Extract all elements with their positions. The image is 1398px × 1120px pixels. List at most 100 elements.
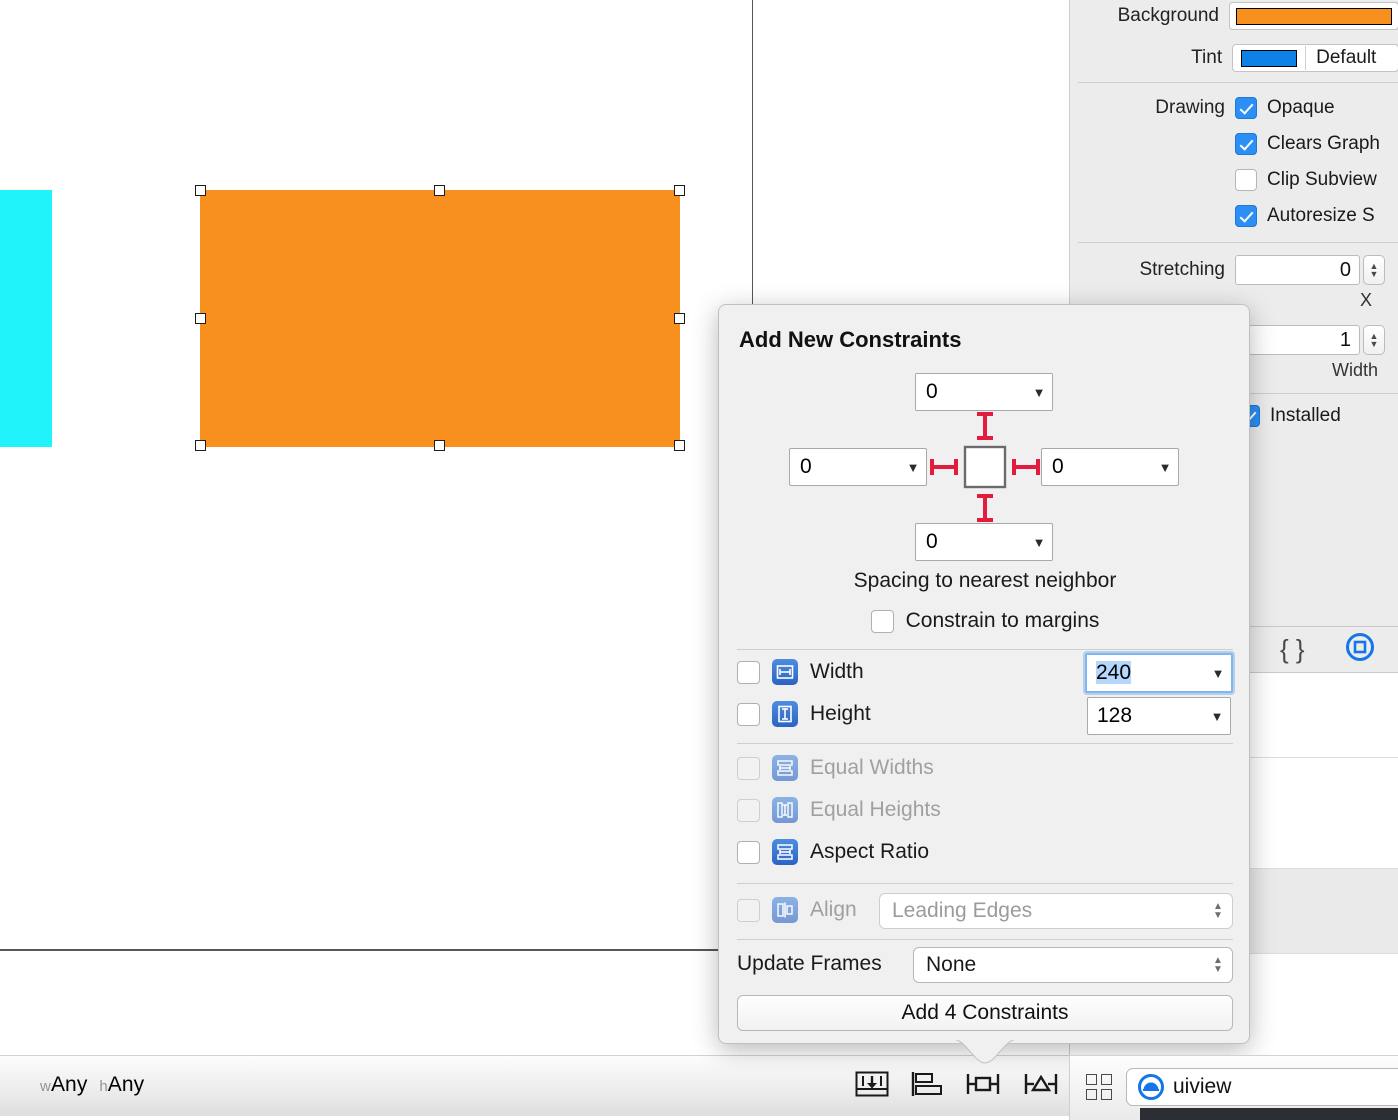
stretching-width-stepper[interactable]: ▲ ▼ xyxy=(1363,325,1385,355)
equal-heights-checkbox[interactable] xyxy=(737,798,760,822)
equal-widths-label: Equal Widths xyxy=(810,756,934,779)
constraint-spacing-widget[interactable] xyxy=(929,411,1041,523)
stretching-x-value: 0 xyxy=(1339,258,1351,281)
popover-divider-1 xyxy=(737,649,1233,650)
selection-handle-top-right[interactable] xyxy=(674,185,685,196)
constrain-to-margins-row: Constrain to margins xyxy=(719,609,1251,633)
clip-subviews-checkbox[interactable] xyxy=(1235,169,1257,191)
chevron-down-icon: ▼ xyxy=(1032,384,1046,400)
selection-handle-bottom-center[interactable] xyxy=(434,440,445,451)
equal-widths-row: Equal Widths xyxy=(737,755,934,781)
selection-handle-top-center[interactable] xyxy=(434,185,445,196)
background-color-swatch xyxy=(1236,7,1392,25)
add-new-constraints-icon[interactable] xyxy=(965,1070,1001,1103)
height-constraint-value-field[interactable]: 128 ▼ xyxy=(1087,697,1231,735)
opaque-label: Opaque xyxy=(1267,97,1335,118)
size-class-h-prefix: h xyxy=(99,1078,108,1095)
equal-widths-checkbox[interactable] xyxy=(737,756,760,780)
spacing-trailing-combo[interactable]: 0 ▼ xyxy=(1041,448,1179,486)
height-constraint-label: Height xyxy=(810,702,871,725)
selection-handle-middle-left[interactable] xyxy=(195,313,206,324)
equal-heights-icon xyxy=(772,797,798,823)
spacing-bottom-combo[interactable]: 0 ▼ xyxy=(915,523,1053,561)
object-library-tab[interactable] xyxy=(1345,632,1375,667)
chevron-down-icon: ▼ xyxy=(1158,459,1172,475)
spacing-top-combo[interactable]: 0 ▼ xyxy=(915,373,1053,411)
code-snippet-library-tab[interactable]: { } xyxy=(1280,634,1305,665)
background-label: Background xyxy=(1117,5,1219,26)
opaque-checkbox[interactable] xyxy=(1235,97,1257,119)
inspector-divider-1 xyxy=(1078,82,1398,83)
stretching-width-sublabel: Width xyxy=(1332,360,1379,380)
width-constraint-icon xyxy=(772,659,798,685)
drawing-row-clears-graphics: Clears Graph xyxy=(1235,133,1380,155)
popover-divider-4 xyxy=(737,939,1233,940)
add-constraints-button[interactable]: Add 4 Constraints xyxy=(737,995,1233,1031)
drawing-row-opaque: Drawing Opaque xyxy=(1070,97,1398,119)
spacing-caption: Spacing to nearest neighbor xyxy=(853,569,1117,592)
background-color-well[interactable] xyxy=(1229,2,1398,30)
height-constraint-icon xyxy=(772,701,798,727)
tint-color-well[interactable]: Default xyxy=(1232,44,1398,72)
uiview-object-icon xyxy=(1137,1073,1165,1101)
clears-graphics-context-label: Clears Graph xyxy=(1267,133,1380,154)
popover-divider-3 xyxy=(737,883,1233,884)
constrain-to-margins-label: Constrain to margins xyxy=(905,609,1100,632)
orange-subview-selected[interactable] xyxy=(200,190,680,447)
update-frames-popup-button[interactable]: None ▲ ▼ xyxy=(913,947,1233,983)
aspect-ratio-checkbox[interactable] xyxy=(737,840,760,864)
equal-heights-label: Equal Heights xyxy=(810,798,941,821)
update-frames-label: Update Frames xyxy=(737,952,882,975)
spacing-leading-value: 0 xyxy=(800,455,812,478)
selection-handle-bottom-right[interactable] xyxy=(674,440,685,451)
installed-row: Installed xyxy=(1238,405,1341,427)
tint-value: Default xyxy=(1316,47,1377,68)
resolve-auto-layout-issues-icon[interactable] xyxy=(1023,1070,1059,1103)
library-grid-view-icon[interactable] xyxy=(1086,1074,1112,1100)
size-class-w-value: Any xyxy=(50,1073,88,1096)
width-constraint-label: Width xyxy=(810,660,864,683)
aspect-ratio-icon xyxy=(772,839,798,865)
installed-label: Installed xyxy=(1270,405,1341,426)
autoresize-subviews-checkbox[interactable] xyxy=(1235,205,1257,227)
stretching-x-sublabel: X xyxy=(1360,290,1373,310)
size-class-w-prefix: w xyxy=(40,1078,51,1095)
selection-handle-bottom-left[interactable] xyxy=(195,440,206,451)
spacing-trailing-value: 0 xyxy=(1052,455,1064,478)
tint-row: Tint Default xyxy=(1070,44,1398,72)
width-constraint-value-field[interactable]: 240 ▼ xyxy=(1085,653,1233,693)
chevron-down-icon: ▼ xyxy=(1210,708,1224,724)
align-checkbox[interactable] xyxy=(737,898,760,922)
align-popup-button[interactable]: Leading Edges ▲ ▼ xyxy=(879,893,1233,929)
spacing-leading-combo[interactable]: 0 ▼ xyxy=(789,448,927,486)
height-constraint-row: Height xyxy=(737,701,871,727)
stretching-width-field[interactable]: 1 xyxy=(1235,325,1360,355)
cyan-subview[interactable] xyxy=(0,190,52,447)
chevron-down-icon: ▼ xyxy=(1211,665,1225,681)
align-constraint-icon xyxy=(772,897,798,923)
popover-divider-2 xyxy=(737,743,1233,744)
selection-handle-middle-right[interactable] xyxy=(674,313,685,324)
width-constraint-checkbox[interactable] xyxy=(737,660,760,684)
stretching-row-x: Stretching 0 ▲ ▼ xyxy=(1070,255,1398,285)
drawing-row-autoresize: Autoresize S xyxy=(1235,205,1375,227)
align-icon[interactable] xyxy=(911,1070,943,1103)
size-class-indicator[interactable]: wAny hAny xyxy=(40,1073,144,1097)
height-constraint-value: 128 xyxy=(1097,704,1133,727)
aspect-ratio-row: Aspect Ratio xyxy=(737,839,929,865)
stretching-x-field[interactable]: 0 xyxy=(1235,255,1360,285)
storyboard-canvas[interactable] xyxy=(0,0,753,1055)
constrain-to-margins-checkbox[interactable] xyxy=(870,609,894,633)
clears-graphics-context-checkbox[interactable] xyxy=(1235,133,1257,155)
drawing-row-clip-subviews: Clip Subview xyxy=(1235,169,1377,191)
window-bottom-edge xyxy=(1140,1108,1398,1120)
spacing-top-value: 0 xyxy=(926,380,938,403)
width-constraint-value: 240 xyxy=(1096,661,1132,684)
stretching-x-stepper[interactable]: ▲ ▼ xyxy=(1363,255,1385,285)
width-constraint-row: Width xyxy=(737,659,864,685)
selection-handle-top-left[interactable] xyxy=(195,185,206,196)
height-constraint-checkbox[interactable] xyxy=(737,702,760,726)
update-frames-icon[interactable] xyxy=(855,1070,889,1103)
update-frames-value: None xyxy=(926,953,977,976)
library-search-field[interactable]: uiview xyxy=(1126,1068,1398,1106)
